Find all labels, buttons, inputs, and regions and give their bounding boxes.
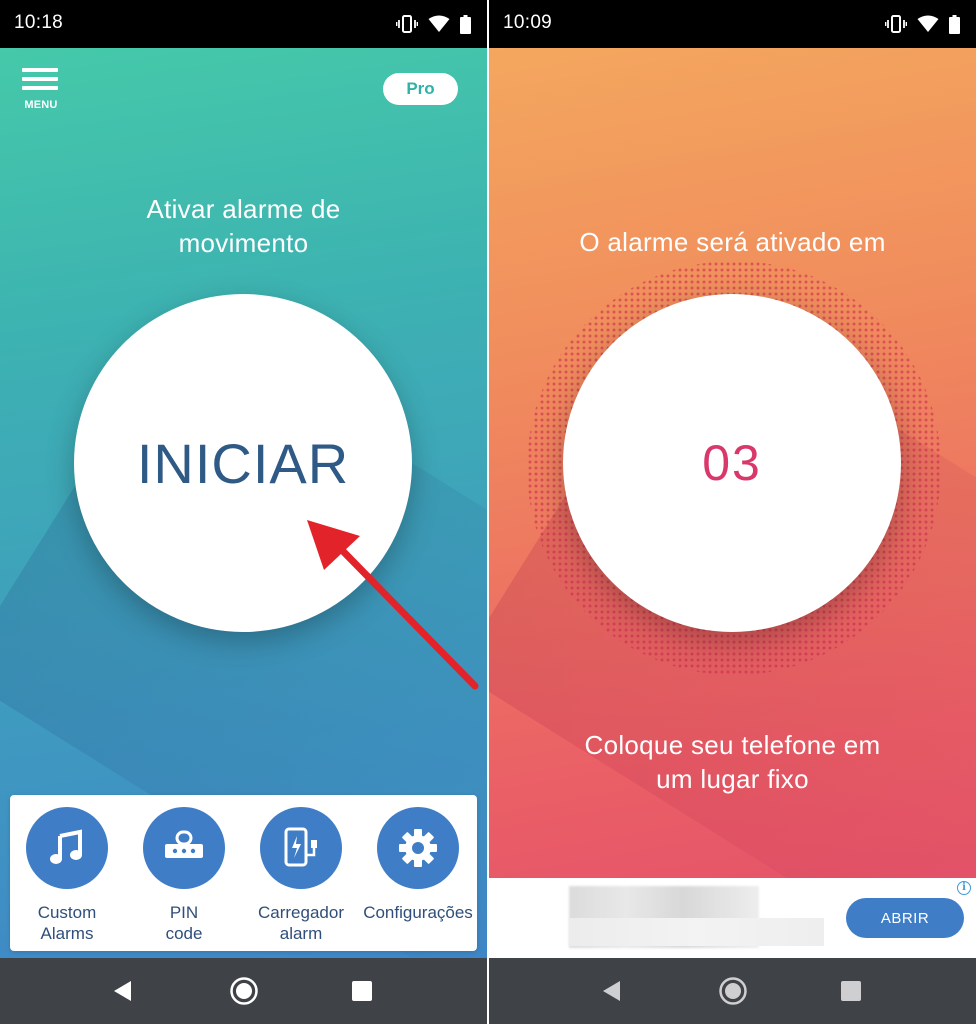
pin-keypad-icon [165, 830, 203, 858]
vibrate-icon [885, 15, 907, 33]
right-phone-screen: 10:09 O alarme será ativado em 03 Coloqu… [489, 0, 976, 1024]
wifi-icon [917, 15, 939, 32]
charger-icon [284, 827, 317, 867]
countdown-headline: O alarme será ativado em [579, 227, 886, 257]
back-icon [603, 981, 620, 1001]
music-note-icon [50, 829, 82, 864]
gear-icon [399, 829, 437, 867]
settings-label: Configurações [363, 903, 473, 922]
back-icon [114, 981, 131, 1001]
status-icons [396, 12, 471, 36]
pro-button[interactable]: Pro [383, 73, 458, 105]
charger-alarm-button[interactable]: Carregador alarm [242, 807, 360, 944]
status-icons [885, 12, 960, 36]
hamburger-bar [22, 86, 58, 90]
recents-icon [352, 981, 372, 1001]
ad-blurred-content [569, 918, 824, 946]
status-bar: 10:09 [489, 0, 976, 48]
countdown-circle: 03 [563, 294, 901, 632]
navigation-bar [0, 958, 487, 1024]
wifi-icon [428, 15, 450, 32]
custom-alarms-button[interactable]: Custom Alarms [8, 807, 126, 944]
navigation-bar [489, 958, 976, 1024]
status-time: 10:18 [14, 12, 64, 33]
page-title: Ativar alarme de movimento [146, 194, 341, 258]
back-button[interactable] [110, 978, 136, 1004]
recents-icon [841, 981, 861, 1001]
vibrate-icon [396, 15, 418, 33]
pin-code-button[interactable]: PIN code [125, 807, 243, 944]
countdown-screen: O alarme será ativado em 03 Coloque seu … [489, 48, 976, 958]
feature-icon-circle [260, 807, 342, 889]
ad-banner: ABRIR i [489, 878, 976, 958]
home-icon [230, 977, 258, 1005]
feature-menu: Custom Alarms PIN code Carregador alarm … [10, 795, 477, 951]
pin-code-label: PIN code [165, 903, 203, 943]
feature-icon-circle [26, 807, 108, 889]
home-button[interactable] [229, 976, 259, 1006]
custom-alarms-label: Custom Alarms [37, 903, 97, 943]
feature-icon-circle [377, 807, 459, 889]
motion-alarm-main-screen: MENU Pro Ativar alarme de movimento INIC… [0, 48, 487, 958]
home-icon [719, 977, 747, 1005]
settings-button[interactable]: Configurações [359, 807, 477, 923]
battery-icon [460, 14, 471, 34]
feature-icon-circle [143, 807, 225, 889]
info-icon[interactable]: i [957, 881, 971, 895]
back-button[interactable] [599, 978, 625, 1004]
hamburger-menu-icon [22, 68, 58, 72]
open-ad-button[interactable]: ABRIR [846, 898, 964, 938]
menu-button[interactable]: MENU [22, 68, 60, 111]
start-button[interactable]: INICIAR [74, 294, 412, 632]
charger-alarm-label: Carregador alarm [258, 903, 344, 943]
start-button-label: INICIAR [136, 431, 350, 495]
battery-icon [949, 14, 960, 34]
instruction-text: Coloque seu telefone em um lugar fixo [584, 730, 881, 794]
home-button[interactable] [718, 976, 748, 1006]
recents-button[interactable] [838, 978, 864, 1004]
status-bar: 10:18 [0, 0, 487, 48]
countdown-value: 03 [702, 435, 762, 491]
recents-button[interactable] [349, 978, 375, 1004]
hamburger-bar [22, 77, 58, 81]
left-phone-screen: 10:18 MENU Pro Ativar alarme de moviment… [0, 0, 487, 1024]
status-time: 10:09 [503, 12, 553, 33]
menu-label: MENU [24, 99, 58, 111]
